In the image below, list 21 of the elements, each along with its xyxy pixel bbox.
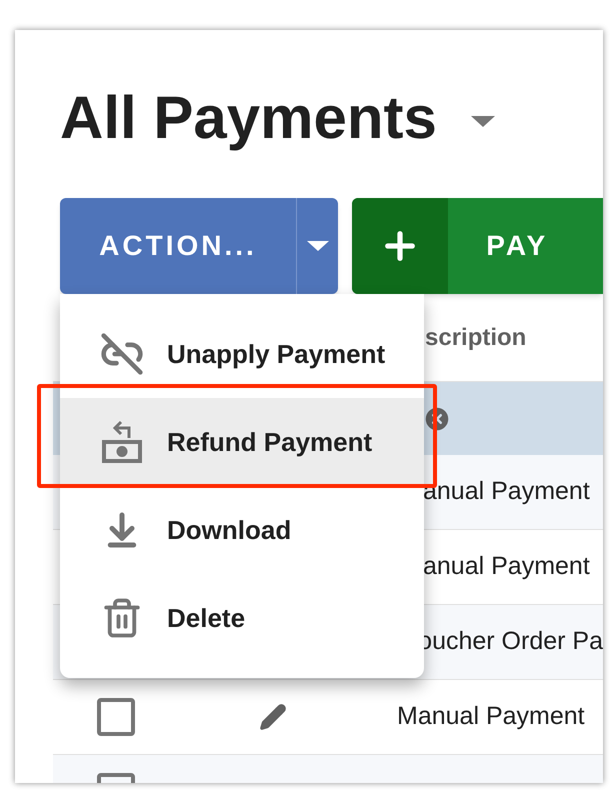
column-header: scription <box>425 322 526 352</box>
menu-item[interactable]: Download <box>60 486 424 574</box>
add-payment-button[interactable]: PAY <box>352 198 603 294</box>
table-cell-text: anual Payment <box>423 476 590 508</box>
refund-icon <box>101 420 143 464</box>
edit-icon[interactable] <box>258 703 286 731</box>
title-dropdown-caret[interactable] <box>470 116 495 126</box>
add-payment-label: PAY <box>485 229 548 263</box>
table-cell-text: anual Payment <box>423 551 590 582</box>
unlink-icon <box>100 332 144 376</box>
page-title: All Payments <box>60 88 437 148</box>
menu-item-label: Delete <box>167 602 246 634</box>
menu-item-label: Refund Payment <box>167 426 372 458</box>
row-checkbox[interactable] <box>97 698 135 736</box>
menu-item[interactable]: Delete <box>60 574 424 662</box>
caret-icon <box>306 241 329 251</box>
menu-item[interactable]: Unapply Payment <box>60 310 424 398</box>
menu-item[interactable]: Refund Payment <box>60 398 424 486</box>
table-cell-text: Manual Payment <box>397 701 585 732</box>
menu-item-label: Unapply Payment <box>167 338 386 370</box>
menu-item-label: Download <box>167 514 292 546</box>
